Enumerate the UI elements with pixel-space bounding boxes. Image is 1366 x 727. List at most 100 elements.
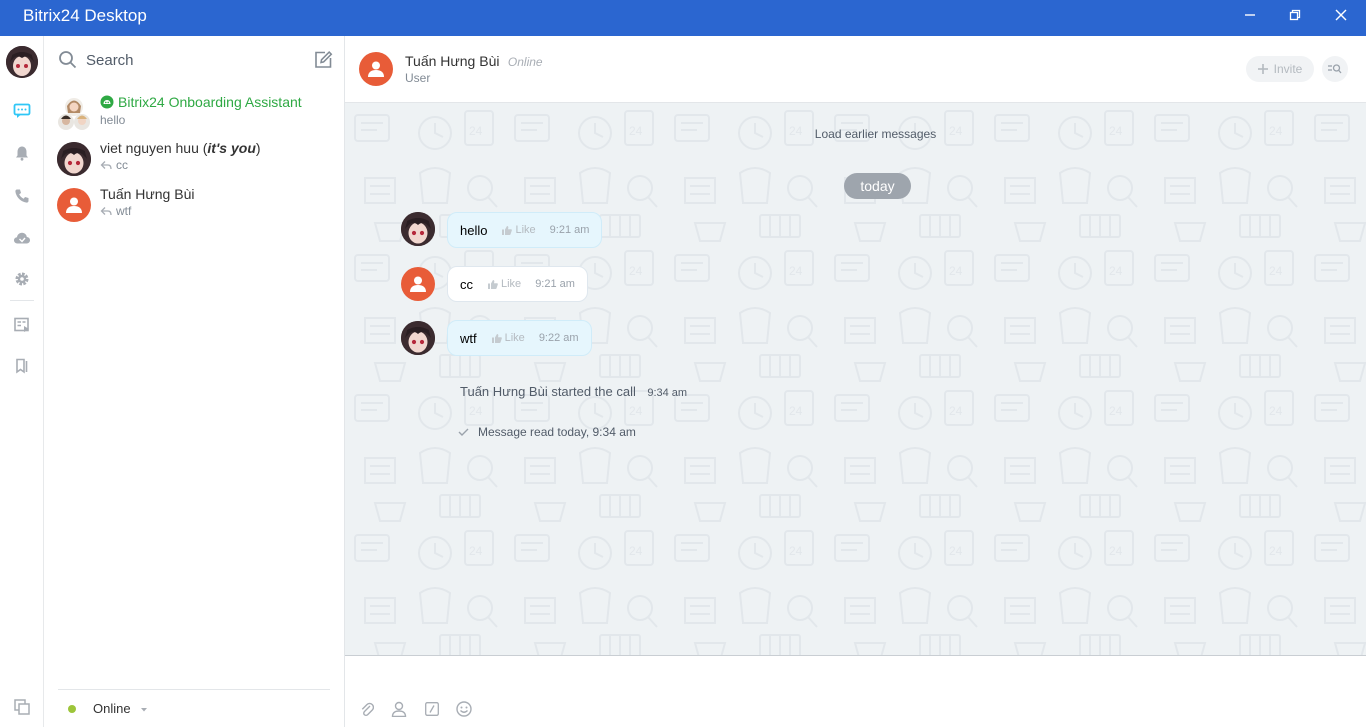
message-text: cc xyxy=(460,276,473,292)
close-button[interactable] xyxy=(1318,0,1364,30)
system-message: Tuấn Hưng Bùi started the call 9:34 am xyxy=(460,383,687,401)
message-bubble: wtf Like 9:22 am xyxy=(447,320,592,356)
system-message-text: Tuấn Hưng Bùi started the call xyxy=(460,384,636,399)
anime-avatar-icon xyxy=(401,321,435,355)
load-earlier-link[interactable]: Load earlier messages xyxy=(345,127,1366,141)
like-button[interactable]: Like xyxy=(488,278,521,290)
reply-icon xyxy=(100,161,112,170)
read-receipt: Message read today, 9:34 am xyxy=(458,425,636,439)
disk-nav[interactable] xyxy=(0,223,44,253)
rail-divider xyxy=(10,300,34,301)
message-time: 9:21 am xyxy=(535,278,575,290)
command-icon[interactable] xyxy=(425,702,439,716)
self-suffix-close: ) xyxy=(255,140,261,156)
thumbs-up-icon xyxy=(502,225,513,235)
invite-label: Invite xyxy=(1273,62,1303,76)
checkmark-icon xyxy=(458,428,469,436)
chat-panel: Tuấn Hưng Bùi Online User Invite 24 xyxy=(345,36,1366,727)
chat-header: Tuấn Hưng Bùi Online User Invite xyxy=(345,36,1366,103)
user-silhouette-icon xyxy=(368,61,384,77)
conversation-name: Bitrix24 Onboarding Assistant xyxy=(100,94,302,110)
conversation-name: Tuấn Hưng Bùi xyxy=(100,186,194,202)
window-title: Bitrix24 Desktop xyxy=(23,6,147,25)
last-message-text: wtf xyxy=(116,204,132,218)
message-avatar[interactable] xyxy=(401,321,435,355)
minimize-icon xyxy=(1245,14,1255,16)
contact-avatar[interactable] xyxy=(359,52,393,86)
avatar xyxy=(57,142,91,176)
avatar xyxy=(57,188,91,222)
phone-icon xyxy=(15,189,29,203)
tasks-nav[interactable] xyxy=(0,310,44,340)
thumbs-up-icon xyxy=(488,279,498,289)
message-text: wtf xyxy=(460,330,477,346)
last-message-text: hello xyxy=(100,113,126,127)
message-avatar[interactable] xyxy=(401,267,435,301)
notifications-nav[interactable] xyxy=(0,138,44,168)
date-divider: today xyxy=(844,173,911,199)
system-message-time: 9:34 am xyxy=(647,387,688,399)
user-silhouette-icon xyxy=(410,276,426,292)
gear-icon xyxy=(15,272,29,286)
group-avatar xyxy=(57,96,91,130)
user-silhouette-icon xyxy=(66,197,82,213)
settings-nav[interactable] xyxy=(0,264,44,294)
like-label: Like xyxy=(515,224,536,236)
minimize-button[interactable] xyxy=(1227,0,1273,30)
new-message-icon[interactable] xyxy=(313,50,333,70)
like-button[interactable]: Like xyxy=(502,224,536,236)
anime-avatar-icon xyxy=(57,142,91,176)
calls-nav[interactable] xyxy=(0,181,44,211)
like-label: Like xyxy=(501,278,522,290)
status-selector[interactable]: Online xyxy=(58,689,330,727)
task-board-icon xyxy=(14,317,29,332)
anime-avatar-icon xyxy=(401,212,435,246)
like-button[interactable]: Like xyxy=(491,332,525,344)
my-avatar[interactable] xyxy=(6,46,38,78)
paperclip-icon[interactable] xyxy=(360,701,374,717)
conversation-list: Bitrix24 Onboarding Assistant hello viet… xyxy=(44,36,345,727)
conversation-item[interactable]: viet nguyen huu (it's you) cc xyxy=(44,140,344,184)
message-avatar[interactable] xyxy=(401,212,435,246)
conversation-name-text: Bitrix24 Onboarding Assistant xyxy=(118,94,302,110)
restore-icon xyxy=(1289,9,1301,21)
conversation-name-text: viet nguyen huu xyxy=(100,140,199,156)
chats-nav[interactable] xyxy=(0,96,44,126)
cloud-icon xyxy=(14,232,30,244)
online-dot-icon xyxy=(68,705,76,713)
windows-nav[interactable] xyxy=(0,692,44,722)
conversation-name: viet nguyen huu (it's you) xyxy=(100,140,261,156)
message-bubble: cc Like 9:21 am xyxy=(447,266,588,302)
onboarding-team-icon xyxy=(58,98,90,130)
status-label: Online xyxy=(93,701,131,716)
search-history-button[interactable] xyxy=(1322,56,1348,82)
chevron-down-icon xyxy=(141,708,147,712)
conversation-item[interactable]: Tuấn Hưng Bùi wtf xyxy=(44,186,344,230)
contact-name[interactable]: Tuấn Hưng Bùi xyxy=(405,53,499,69)
plus-icon xyxy=(1257,64,1268,74)
chat-icon xyxy=(13,103,31,118)
restore-button[interactable] xyxy=(1272,0,1318,30)
conversation-item[interactable]: Bitrix24 Onboarding Assistant hello xyxy=(44,94,344,138)
search-input[interactable] xyxy=(86,52,286,69)
left-rail xyxy=(0,36,44,727)
last-message-text: cc xyxy=(116,158,128,172)
smile-icon[interactable] xyxy=(456,701,472,717)
user-mention-icon[interactable] xyxy=(391,701,407,717)
like-label: Like xyxy=(504,332,525,344)
history-search-icon xyxy=(1328,64,1342,74)
invite-button[interactable]: Invite xyxy=(1246,56,1314,82)
anime-avatar-icon xyxy=(6,46,38,78)
message-text: hello xyxy=(460,222,488,238)
title-bar: Bitrix24 Desktop xyxy=(0,0,1366,36)
message-time: 9:21 am xyxy=(549,224,590,236)
self-marker: it's you xyxy=(207,140,256,156)
bell-icon xyxy=(16,146,28,161)
message-composer[interactable] xyxy=(345,655,1366,727)
reply-icon xyxy=(100,207,112,216)
contact-status: Online xyxy=(507,55,543,69)
documents-nav[interactable] xyxy=(0,351,44,381)
search-icon xyxy=(59,51,77,69)
contact-role: User xyxy=(405,71,431,85)
document-icon xyxy=(16,358,28,374)
